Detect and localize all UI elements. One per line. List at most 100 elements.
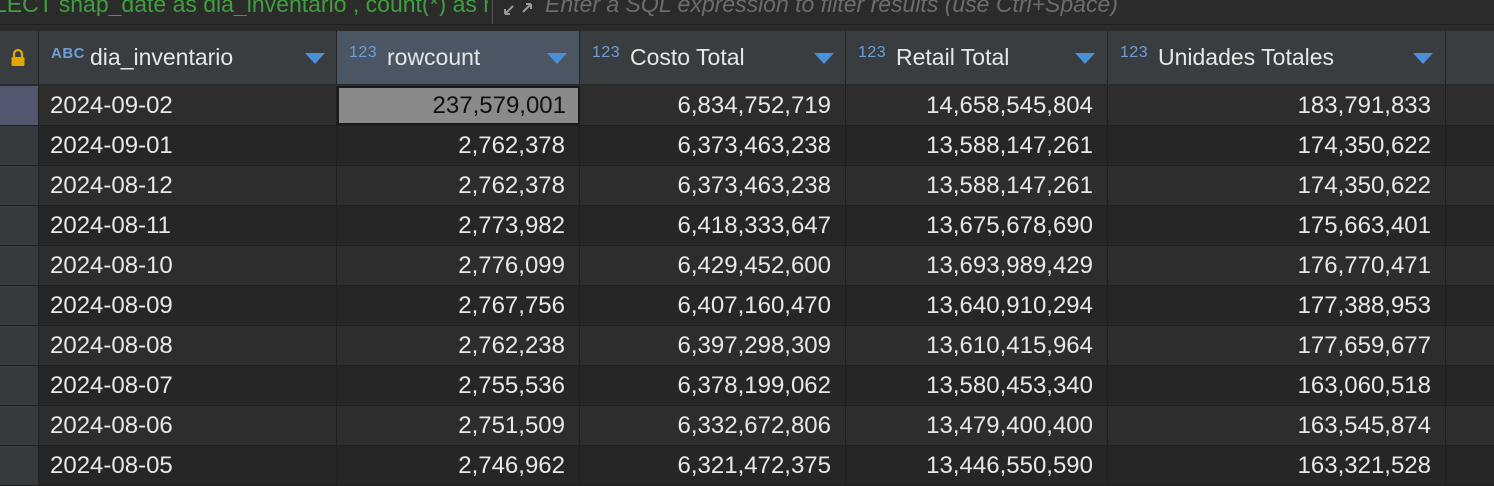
table-row[interactable]: 2024-08-08 2,762,238 6,397,298,309 13,61… [39, 326, 1494, 366]
cell-retail-total[interactable]: 13,588,147,261 [846, 166, 1108, 205]
cell-dia-inventario[interactable]: 2024-08-11 [39, 206, 337, 245]
cell-costo-total[interactable]: 6,378,199,062 [580, 366, 846, 405]
lock-cell[interactable] [0, 31, 39, 84]
table-row[interactable]: 2024-09-02 237,579,001 6,834,752,719 14,… [39, 86, 1494, 126]
cell-costo-total[interactable]: 6,429,452,600 [580, 246, 846, 285]
filter-input[interactable] [545, 0, 1475, 16]
cell-costo-total[interactable]: 6,834,752,719 [580, 86, 846, 125]
sort-arrow-icon[interactable] [547, 53, 567, 64]
cell-dia-inventario[interactable]: 2024-09-01 [39, 126, 337, 165]
cell-rowcount[interactable]: 2,762,238 [337, 326, 580, 365]
row-header[interactable] [0, 206, 39, 246]
row-header[interactable] [0, 246, 39, 286]
cell-retail-total[interactable]: 13,693,989,429 [846, 246, 1108, 285]
cell-costo-total[interactable]: 6,373,463,238 [580, 126, 846, 165]
cell-rowcount[interactable]: 2,755,536 [337, 366, 580, 405]
numeric-type-icon: 123 [858, 44, 887, 61]
column-header-unidades-totales[interactable]: 123 Unidades Totales [1108, 31, 1446, 84]
row-header[interactable] [0, 86, 39, 126]
row-header[interactable] [0, 326, 39, 366]
table-row[interactable]: 2024-08-09 2,767,756 6,407,160,470 13,64… [39, 286, 1494, 326]
cell-dia-inventario[interactable]: 2024-08-10 [39, 246, 337, 285]
column-header-dia-inventario[interactable]: ABC dia_inventario [39, 31, 337, 84]
text-type-icon: ABC [51, 45, 85, 62]
cell-rowcount[interactable]: 2,746,962 [337, 446, 580, 485]
header-row: ABC dia_inventario 123 rowcount 123 Cost… [0, 31, 1494, 84]
filter-bar: LECT snap_date as dia_inventario , count… [0, 0, 1494, 25]
column-header-label: Unidades Totales [1158, 44, 1335, 70]
cell-retail-total[interactable]: 13,479,400,400 [846, 406, 1108, 445]
cell-unidades-totales[interactable]: 174,350,622 [1108, 126, 1446, 165]
cell-retail-total[interactable]: 13,675,678,690 [846, 206, 1108, 245]
column-header-retail-total[interactable]: 123 Retail Total [846, 31, 1108, 84]
row-header[interactable] [0, 366, 39, 406]
cell-rowcount[interactable]: 2,751,509 [337, 406, 580, 445]
cell-dia-inventario[interactable]: 2024-08-07 [39, 366, 337, 405]
cell-dia-inventario[interactable]: 2024-08-05 [39, 446, 337, 485]
cell-retail-total[interactable]: 13,580,453,340 [846, 366, 1108, 405]
column-header-costo-total[interactable]: 123 Costo Total [580, 31, 846, 84]
column-header-label: rowcount [387, 44, 481, 70]
divider [492, 0, 493, 24]
cell-costo-total[interactable]: 6,332,672,806 [580, 406, 846, 445]
cell-dia-inventario[interactable]: 2024-08-12 [39, 166, 337, 205]
sort-arrow-icon[interactable] [1413, 53, 1433, 64]
cell-dia-inventario[interactable]: 2024-08-09 [39, 286, 337, 325]
cell-dia-inventario[interactable]: 2024-08-08 [39, 326, 337, 365]
cell-unidades-totales[interactable]: 175,663,401 [1108, 206, 1446, 245]
cell-retail-total[interactable]: 13,588,147,261 [846, 126, 1108, 165]
cell-unidades-totales[interactable]: 183,791,833 [1108, 86, 1446, 125]
row-header[interactable] [0, 126, 39, 166]
cell-unidades-totales[interactable]: 163,060,518 [1108, 366, 1446, 405]
cell-rowcount[interactable]: 2,762,378 [337, 126, 580, 165]
cell-dia-inventario[interactable]: 2024-09-02 [39, 86, 337, 125]
sort-arrow-icon[interactable] [814, 53, 834, 64]
column-header-label: dia_inventario [90, 44, 234, 70]
sort-arrow-icon[interactable] [1075, 53, 1095, 64]
lock-icon [10, 48, 26, 72]
numeric-type-icon: 123 [1120, 44, 1149, 61]
table-row[interactable]: 2024-08-12 2,762,378 6,373,463,238 13,58… [39, 166, 1494, 206]
cell-rowcount[interactable]: 2,773,982 [337, 206, 580, 245]
cell-unidades-totales[interactable]: 177,388,953 [1108, 286, 1446, 325]
cell-retail-total[interactable]: 14,658,545,804 [846, 86, 1108, 125]
sql-query-preview[interactable]: LECT snap_date as dia_inventario , count… [0, 0, 488, 16]
cell-costo-total[interactable]: 6,321,472,375 [580, 446, 846, 485]
column-header-rowcount[interactable]: 123 rowcount [337, 31, 580, 84]
table-row[interactable]: 2024-08-06 2,751,509 6,332,672,806 13,47… [39, 406, 1494, 446]
row-header[interactable] [0, 446, 39, 486]
row-header[interactable] [0, 286, 39, 326]
row-header[interactable] [0, 166, 39, 206]
sort-arrow-icon[interactable] [305, 53, 325, 64]
cell-unidades-totales[interactable]: 176,770,471 [1108, 246, 1446, 285]
cell-rowcount[interactable]: 2,776,099 [337, 246, 580, 285]
expand-icon[interactable] [502, 0, 534, 18]
cell-rowcount[interactable]: 2,767,756 [337, 286, 580, 325]
cell-retail-total[interactable]: 13,640,910,294 [846, 286, 1108, 325]
cell-rowcount[interactable]: 2,762,378 [337, 166, 580, 205]
cell-costo-total[interactable]: 6,373,463,238 [580, 166, 846, 205]
numeric-type-icon: 123 [592, 44, 621, 61]
column-header-label: Costo Total [630, 44, 745, 70]
cell-unidades-totales[interactable]: 163,321,528 [1108, 446, 1446, 485]
row-number-column [0, 86, 39, 486]
cell-unidades-totales[interactable]: 174,350,622 [1108, 166, 1446, 205]
cell-dia-inventario[interactable]: 2024-08-06 [39, 406, 337, 445]
table-row[interactable]: 2024-08-11 2,773,982 6,418,333,647 13,67… [39, 206, 1494, 246]
cell-unidades-totales[interactable]: 177,659,677 [1108, 326, 1446, 365]
cell-retail-total[interactable]: 13,610,415,964 [846, 326, 1108, 365]
cell-costo-total[interactable]: 6,397,298,309 [580, 326, 846, 365]
numeric-type-icon: 123 [349, 44, 378, 61]
cell-costo-total[interactable]: 6,418,333,647 [580, 206, 846, 245]
results-grid: ABC dia_inventario 123 rowcount 123 Cost… [0, 31, 1494, 486]
column-header-label: Retail Total [896, 44, 1010, 70]
table-row[interactable]: 2024-08-07 2,755,536 6,378,199,062 13,58… [39, 366, 1494, 406]
cell-retail-total[interactable]: 13,446,550,590 [846, 446, 1108, 485]
row-header[interactable] [0, 406, 39, 446]
table-row[interactable]: 2024-09-01 2,762,378 6,373,463,238 13,58… [39, 126, 1494, 166]
table-row[interactable]: 2024-08-05 2,746,962 6,321,472,375 13,44… [39, 446, 1494, 486]
cell-unidades-totales[interactable]: 163,545,874 [1108, 406, 1446, 445]
table-row[interactable]: 2024-08-10 2,776,099 6,429,452,600 13,69… [39, 246, 1494, 286]
cell-rowcount[interactable]: 237,579,001 [337, 86, 580, 125]
cell-costo-total[interactable]: 6,407,160,470 [580, 286, 846, 325]
